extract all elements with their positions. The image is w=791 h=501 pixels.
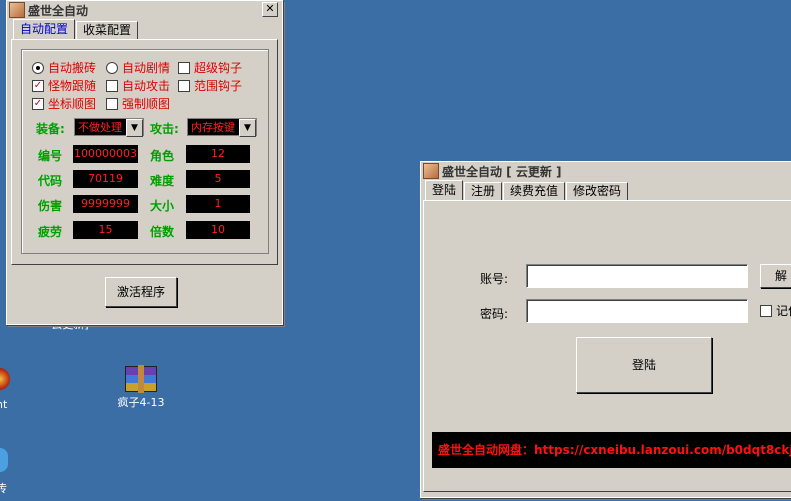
login-window: 盛世全自动 [ 云更新 ] 登陆 注册 续费充值 修改密码 账号: 解 密码: … <box>420 161 791 498</box>
tab-harvest-config[interactable]: 收菜配置 <box>76 21 139 39</box>
config-tabs: 自动配置 收菜配置 <box>7 19 282 39</box>
radio-on-icon <box>32 61 44 74</box>
attack-label: 攻击: <box>150 122 179 136</box>
login-button[interactable]: 登陆 <box>576 337 712 393</box>
account-label: 账号: <box>480 272 509 286</box>
id-label: 编号 <box>38 149 63 163</box>
tab-auto-config[interactable]: 自动配置 <box>13 19 76 39</box>
option-super-hook[interactable]: 超级钩子 <box>178 59 242 76</box>
radio-off-icon <box>106 61 118 74</box>
unbind-button[interactable]: 解 <box>760 264 791 288</box>
attack-select[interactable]: 内存按键 ▼ <box>187 118 257 137</box>
login-titlebar[interactable]: 盛世全自动 [ 云更新 ] <box>421 162 791 180</box>
code-field[interactable]: 70119 <box>73 170 138 188</box>
login-tabs: 登陆 注册 续费充值 修改密码 <box>421 180 791 200</box>
account-input[interactable] <box>526 264 748 288</box>
remember-checkbox[interactable]: 记住 <box>760 302 791 319</box>
checkbox-icon <box>178 79 190 92</box>
option-coord-map[interactable]: ✓ 坐标顺图 <box>32 95 96 112</box>
multiplier-label: 倍数 <box>150 225 175 239</box>
checkbox-icon <box>106 79 118 92</box>
checkbox-icon <box>760 304 772 317</box>
role-field[interactable]: 12 <box>186 145 250 163</box>
app-icon <box>423 163 439 179</box>
checkbox-checked-icon: ✓ <box>32 97 44 110</box>
desktop-icon-label: 疯子4-13 <box>117 396 165 409</box>
app-icon <box>9 2 25 18</box>
window-title: 盛世全自动 [ 云更新 ] <box>442 164 562 179</box>
winrar-archive-icon <box>125 365 157 393</box>
tab-register[interactable]: 注册 <box>464 182 503 200</box>
netdisk-banner: 盛世全自动网盘：https://cxneibu.lanzoui.com/b0dq… <box>432 432 791 468</box>
fatigue-field[interactable]: 15 <box>73 221 138 239</box>
checkbox-icon <box>106 97 118 110</box>
option-force-map[interactable]: 强制顺图 <box>106 95 170 112</box>
config-tab-panel: 自动搬砖 自动剧情 超级钩子 ✓ 怪物跟随 自动攻击 范围钩子 ✓ 坐标顺图 强制顺… <box>11 39 278 265</box>
tab-renew[interactable]: 续费充值 <box>503 182 566 200</box>
role-label: 角色 <box>150 149 175 163</box>
login-tab-panel: 账号: 解 密码: 记住 登陆 盛世全自动网盘：https://cxneibu.… <box>423 200 791 492</box>
option-range-hook[interactable]: 范围钩子 <box>178 77 242 94</box>
code-label: 代码 <box>38 174 63 188</box>
size-field[interactable]: 1 <box>186 195 250 213</box>
tab-login[interactable]: 登陆 <box>425 180 464 200</box>
dropdown-arrow-icon: ▼ <box>126 119 143 137</box>
difficulty-field[interactable]: 5 <box>186 170 250 188</box>
checkbox-checked-icon: ✓ <box>32 79 44 92</box>
desktop-icon-partial-label: ht <box>0 398 8 411</box>
password-label: 密码: <box>480 307 509 321</box>
damage-label: 伤害 <box>38 199 63 213</box>
password-input[interactable] <box>526 299 748 323</box>
multiplier-field[interactable]: 10 <box>186 221 250 239</box>
equip-select[interactable]: 不做处理 ▼ <box>74 118 144 137</box>
config-titlebar[interactable]: 盛世全自动 ✕ <box>7 1 282 19</box>
checkbox-icon <box>178 61 190 74</box>
partial-app-icon[interactable] <box>0 368 10 390</box>
option-auto-attack[interactable]: 自动攻击 <box>106 77 170 94</box>
desktop-icon-rar[interactable]: 疯子4-13 <box>106 365 176 410</box>
dropdown-arrow-icon: ▼ <box>239 119 256 137</box>
size-label: 大小 <box>150 199 175 213</box>
close-button[interactable]: ✕ <box>262 2 278 17</box>
desktop-icon-partial-label-2: 传 <box>0 482 7 495</box>
activate-button[interactable]: 激活程序 <box>105 277 177 307</box>
option-auto-brick[interactable]: 自动搬砖 <box>32 59 96 76</box>
id-field[interactable]: 100000003 <box>73 145 138 163</box>
option-auto-plot[interactable]: 自动剧情 <box>106 59 170 76</box>
fatigue-label: 疲劳 <box>38 225 63 239</box>
partial-app-icon-2[interactable] <box>0 448 8 472</box>
equip-label: 装备: <box>36 122 65 136</box>
tab-change-password[interactable]: 修改密码 <box>566 182 629 200</box>
window-title: 盛世全自动 <box>28 3 89 18</box>
difficulty-label: 难度 <box>150 174 175 188</box>
damage-field[interactable]: 9999999 <box>73 195 138 213</box>
config-window: 盛世全自动 ✕ 自动配置 收菜配置 自动搬砖 自动剧情 超级钩子 ✓ 怪物跟随 自… <box>6 0 283 325</box>
option-monster-follow[interactable]: ✓ 怪物跟随 <box>32 77 96 94</box>
